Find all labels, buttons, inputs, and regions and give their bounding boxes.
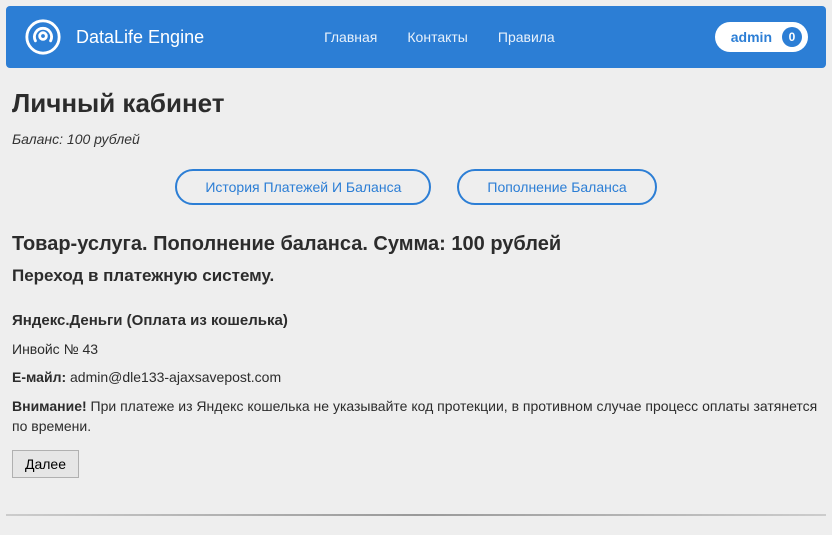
user-pill[interactable]: admin 0 (715, 22, 808, 52)
page-title: Личный кабинет (12, 88, 820, 119)
email-label: E-майл: (12, 369, 66, 385)
content: Личный кабинет Баланс: 100 рублей Истори… (6, 68, 826, 488)
tab-payment-history[interactable]: История Платежей И Баланса (175, 169, 431, 205)
nav-home[interactable]: Главная (324, 29, 377, 45)
logo[interactable]: DataLife Engine (24, 18, 204, 56)
notifications-badge: 0 (782, 27, 802, 47)
payment-method: Яндекс.Деньги (Оплата из кошелька) (12, 312, 820, 329)
header-bar: DataLife Engine Главная Контакты Правила… (6, 6, 826, 68)
user-name: admin (731, 29, 772, 45)
main-nav: Главная Контакты Правила (324, 29, 555, 45)
logo-icon (24, 18, 62, 56)
item-title: Товар-услуга. Пополнение баланса. Сумма:… (12, 233, 820, 256)
subtitle: Переход в платежную систему. (12, 266, 820, 286)
balance-line: Баланс: 100 рублей (12, 131, 820, 147)
tab-topup-balance[interactable]: Пополнение Баланса (457, 169, 656, 205)
footer-divider (6, 514, 826, 516)
email-line: E-майл: admin@dle133-ajaxsavepost.com (12, 369, 820, 385)
logo-title: DataLife Engine (76, 27, 204, 48)
tab-row: История Платежей И Баланса Пополнение Ба… (12, 169, 820, 205)
email-value: admin@dle133-ajaxsavepost.com (70, 369, 281, 385)
warning-text: При платеже из Яндекс кошелька не указыв… (12, 398, 817, 434)
invoice-line: Инвойс № 43 (12, 341, 820, 357)
proceed-button[interactable]: Далее (12, 450, 79, 478)
warning-label: Внимание! (12, 398, 87, 414)
nav-rules[interactable]: Правила (498, 29, 555, 45)
nav-contacts[interactable]: Контакты (407, 29, 467, 45)
warning-line: Внимание! При платеже из Яндекс кошелька… (12, 397, 820, 436)
